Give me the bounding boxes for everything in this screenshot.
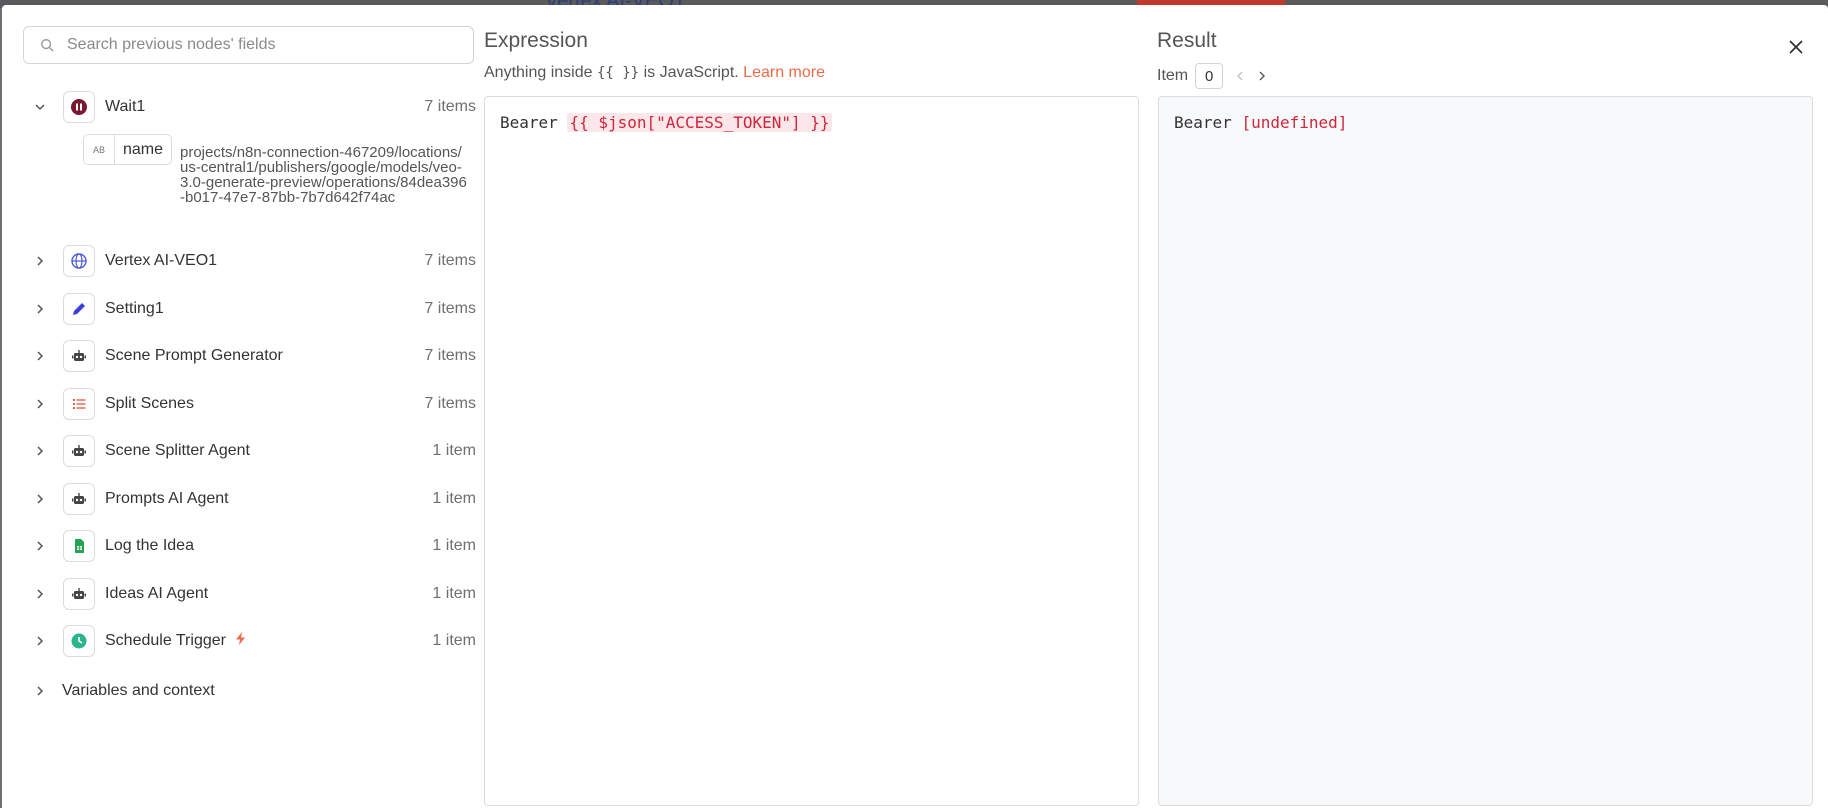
variables-and-context-row[interactable]: Variables and context <box>26 673 215 709</box>
node-row-scene-prompt-generator[interactable]: Scene Prompt Generator 7 items <box>26 338 476 374</box>
robot-icon <box>63 483 95 515</box>
learn-more-link[interactable]: Learn more <box>743 64 825 81</box>
node-row-split-scenes[interactable]: Split Scenes 7 items <box>26 386 476 422</box>
variables-label: Variables and context <box>62 682 215 699</box>
string-type-badge: AB <box>84 135 115 164</box>
chevron-right-icon[interactable] <box>26 247 54 275</box>
expression-title: Expression <box>484 29 588 52</box>
chevron-right-icon[interactable] <box>26 580 54 608</box>
expression-editor-modal: Wait1 7 items AB name projects/n8n-conne… <box>2 5 1828 808</box>
clock-icon <box>63 625 95 657</box>
node-item-count: 7 items <box>424 300 476 317</box>
result-output: Bearer [undefined] <box>1158 96 1813 806</box>
item-selector: Item 0 <box>1157 63 1267 89</box>
node-label: Ideas AI Agent <box>105 585 209 602</box>
pencil-icon <box>63 293 95 325</box>
search-icon <box>41 39 54 52</box>
list-icon <box>63 388 95 420</box>
node-item-count: 1 item <box>432 585 476 602</box>
chevron-right-icon[interactable] <box>26 677 54 705</box>
node-row-prompts-ai-agent[interactable]: Prompts AI Agent 1 item <box>26 481 476 517</box>
node-item-count: 1 item <box>432 632 476 649</box>
expression-text: Bearer {{ $json["ACCESS_TOKEN"] }} <box>500 113 832 132</box>
node-row-schedule-trigger[interactable]: Schedule Trigger 1 item <box>26 623 476 659</box>
robot-icon <box>63 578 95 610</box>
chevron-right-icon[interactable] <box>1257 71 1267 81</box>
node-item-count: 1 item <box>432 442 476 459</box>
hint-prefix: Anything inside <box>484 64 593 81</box>
node-label: Scene Splitter Agent <box>105 442 250 459</box>
node-item-count: 7 items <box>424 347 476 364</box>
node-item-count: 1 item <box>432 490 476 507</box>
globe-icon <box>63 245 95 277</box>
expression-editor[interactable]: Bearer {{ $json["ACCESS_TOKEN"] }} <box>484 96 1139 806</box>
chevron-right-icon[interactable] <box>26 342 54 370</box>
node-row-scene-splitter-agent[interactable]: Scene Splitter Agent 1 item <box>26 433 476 469</box>
item-index-input[interactable]: 0 <box>1195 63 1224 89</box>
chevron-right-icon[interactable] <box>26 390 54 418</box>
node-row-vertex-ai-veo1[interactable]: Vertex AI-VEO1 7 items <box>26 243 476 279</box>
field-name: name <box>123 140 164 158</box>
result-title: Result <box>1157 29 1217 52</box>
node-label: Schedule Trigger <box>105 632 226 649</box>
result-text: Bearer [undefined] <box>1174 113 1347 132</box>
lightning-bolt-icon <box>234 632 247 650</box>
field-value: projects/n8n-connection-467209/locations… <box>180 144 467 206</box>
node-label: Prompts AI Agent <box>105 490 229 507</box>
node-row-ideas-ai-agent[interactable]: Ideas AI Agent 1 item <box>26 576 476 612</box>
node-item-count: 1 item <box>432 537 476 554</box>
node-item-count: 7 items <box>424 395 476 412</box>
robot-icon <box>63 435 95 467</box>
chevron-right-icon[interactable] <box>26 437 54 465</box>
chevron-down-icon[interactable] <box>26 93 54 121</box>
robot-icon <box>63 340 95 372</box>
node-item-count: 7 items <box>424 252 476 269</box>
node-label: Vertex AI-VEO1 <box>105 252 218 269</box>
node-row-setting1[interactable]: Setting1 7 items <box>26 291 476 327</box>
node-label: Wait1 <box>105 98 146 115</box>
field-pill-name[interactable]: AB name <box>83 134 172 165</box>
chevron-left-icon[interactable] <box>1235 71 1245 81</box>
close-icon[interactable] <box>1784 35 1808 59</box>
chevron-right-icon[interactable] <box>26 532 54 560</box>
node-row-wait1[interactable]: Wait1 7 items <box>26 89 476 125</box>
pause-icon <box>63 91 95 123</box>
chevron-right-icon[interactable] <box>26 485 54 513</box>
hint-suffix: is JavaScript. <box>643 64 739 81</box>
expression-hint: Anything inside {{ }} is JavaScript. Lea… <box>484 64 825 82</box>
node-item-count: 7 items <box>424 98 476 115</box>
node-label: Split Scenes <box>105 395 194 412</box>
hint-braces: {{ }} <box>596 65 640 81</box>
node-label: Setting1 <box>105 300 164 317</box>
node-row-log-the-idea[interactable]: Log the Idea 1 item <box>26 528 476 564</box>
chevron-right-icon[interactable] <box>26 627 54 655</box>
result-plain-text: Bearer <box>1174 113 1242 132</box>
chevron-right-icon[interactable] <box>26 295 54 323</box>
search-field[interactable] <box>23 26 474 64</box>
sheet-icon <box>63 530 95 562</box>
expression-resolvable: {{ $json["ACCESS_TOKEN"] }} <box>567 113 832 132</box>
expression-plain-text: Bearer <box>500 113 568 132</box>
node-label: Log the Idea <box>105 537 194 554</box>
result-undefined-value: [undefined] <box>1241 113 1348 132</box>
item-label: Item <box>1157 67 1189 84</box>
search-input[interactable] <box>67 36 457 54</box>
node-label: Scene Prompt Generator <box>105 347 283 364</box>
